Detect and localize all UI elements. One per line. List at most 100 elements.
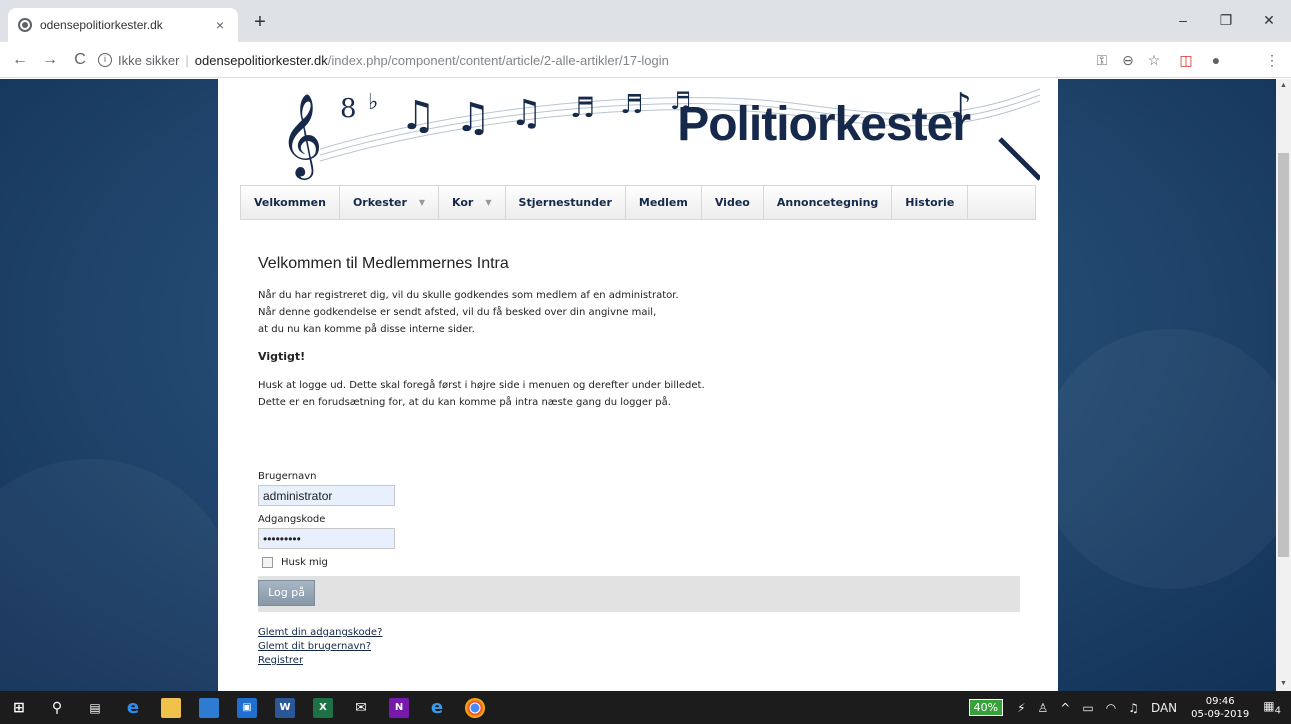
important-line: Husk at logge ud. Dette skal foregå førs… <box>258 380 705 391</box>
profile-icon[interactable]: ● <box>1206 50 1226 70</box>
chevron-up-icon[interactable]: ^ <box>1060 701 1070 715</box>
menu-item-annoncetegning[interactable]: Annoncetegning <box>764 186 893 219</box>
scroll-up-icon[interactable]: ▲ <box>1276 79 1291 93</box>
scrollbar-thumb[interactable] <box>1278 153 1289 557</box>
tab-close-button[interactable]: × <box>212 17 228 33</box>
menu-item-label: Velkommen <box>254 196 326 209</box>
people-icon[interactable]: ♙ <box>1038 701 1049 715</box>
menu-item-label: Stjernestunder <box>518 196 612 209</box>
battery-indicator[interactable]: 40% <box>968 699 1004 716</box>
address-bar[interactable]: i Ikke sikker | odensepolitiorkester.dk … <box>98 47 1078 73</box>
search-icon[interactable]: ⚲ <box>38 691 76 724</box>
site-brand: Politiorkester <box>677 98 971 151</box>
key-icon[interactable]: ⚿ <box>1092 50 1112 70</box>
important-line: Dette er en forudsætning for, at du kan … <box>258 397 671 408</box>
svg-text:𝄞: 𝄞 <box>280 92 323 180</box>
svg-text:♫: ♫ <box>400 93 436 139</box>
minimize-button[interactable]: – <box>1163 6 1203 34</box>
remember-me-label: Husk mig <box>281 557 328 568</box>
menu-item-label: Medlem <box>638 196 688 209</box>
remote-desktop-icon[interactable] <box>190 691 228 724</box>
login-button[interactable]: Log på <box>258 580 315 606</box>
onenote-icon[interactable]: N <box>380 691 418 724</box>
network-icon[interactable]: ▭ <box>1082 701 1093 715</box>
clock-date: 05-09-2019 <box>1191 708 1250 720</box>
back-button[interactable]: ← <box>8 48 32 72</box>
volume-icon[interactable]: ♫ <box>1128 701 1139 715</box>
chevron-down-icon: ▼ <box>418 198 426 207</box>
remember-me-checkbox[interactable] <box>262 557 273 568</box>
register-link[interactable]: Registrer <box>258 654 1020 668</box>
menu-item-label: Annoncetegning <box>776 196 879 209</box>
menu-item-label: Historie <box>905 196 955 209</box>
password-label: Adgangskode <box>258 514 326 525</box>
excel-icon[interactable]: X <box>304 691 342 724</box>
file-explorer-icon[interactable] <box>152 691 190 724</box>
page-scrollbar[interactable]: ▲ ▼ <box>1276 79 1291 691</box>
close-window-button[interactable]: ✕ <box>1249 6 1289 34</box>
svg-text:♫: ♫ <box>510 93 542 134</box>
store-icon[interactable]: ▣ <box>228 691 266 724</box>
windows-start-icon[interactable]: ⊞ <box>0 691 38 724</box>
zoom-icon[interactable]: ⊖ <box>1118 50 1138 70</box>
clock-time: 09:46 <box>1205 695 1235 707</box>
svg-text:♬: ♬ <box>620 90 643 120</box>
notifications-icon[interactable]: ▦4 <box>1263 699 1281 716</box>
url-path: /index.php/component/content/article/2-a… <box>327 52 669 68</box>
svg-text:♫: ♫ <box>455 95 491 141</box>
intro-line: Når du har registreret dig, vil du skull… <box>258 290 679 301</box>
menu-item-velkommen[interactable]: Velkommen <box>241 186 340 219</box>
menu-dots-icon[interactable]: ⋮ <box>1262 50 1282 70</box>
browser-tab[interactable]: odensepolitiorkester.dk × <box>8 8 238 42</box>
scroll-down-icon[interactable]: ▼ <box>1276 677 1291 691</box>
password-field[interactable] <box>258 528 395 549</box>
forgot-username-link[interactable]: Glemt dit brugernavn? <box>258 640 1020 654</box>
tab-title: odensepolitiorkester.dk <box>40 18 163 32</box>
remember-me-row: Husk mig <box>258 557 1020 568</box>
new-tab-button[interactable]: + <box>248 10 272 34</box>
article-title: Velkommen til Medlemmernes Intra <box>258 255 509 272</box>
word-icon[interactable]: W <box>266 691 304 724</box>
wifi-icon[interactable]: ◠ <box>1106 701 1116 715</box>
edge-icon[interactable]: e <box>114 691 152 724</box>
main-menu: Velkommen Orkester ▼ Kor ▼ Stjernestunder … <box>240 185 1036 220</box>
menu-item-video[interactable]: Video <box>702 186 764 219</box>
login-form: Brugernavn Adgangskode Husk mig Log på G… <box>258 471 1020 668</box>
maximize-button[interactable]: ❐ <box>1206 6 1246 34</box>
internet-explorer-icon[interactable]: e <box>418 691 456 724</box>
menu-item-kor[interactable]: Kor ▼ <box>439 186 506 219</box>
reload-button[interactable]: C <box>68 48 92 72</box>
menu-item-medlem[interactable]: Medlem <box>626 186 702 219</box>
menu-item-label: Video <box>714 196 750 209</box>
power-icon[interactable]: ⚡ <box>1017 701 1025 715</box>
mail-icon[interactable]: ✉ <box>342 691 380 724</box>
language-indicator[interactable]: DAN <box>1151 701 1177 715</box>
clock[interactable]: 09:46 05-09-2019 <box>1191 695 1249 721</box>
username-field[interactable] <box>258 485 395 506</box>
forward-button[interactable]: → <box>38 48 62 72</box>
intro-line: at du nu kan komme på disse interne side… <box>258 324 475 335</box>
browser-title-bar: odensepolitiorkester.dk × + – ❐ ✕ <box>0 0 1291 42</box>
background-decoration <box>0 459 240 691</box>
menu-item-historie[interactable]: Historie <box>892 186 969 219</box>
globe-icon <box>18 18 32 32</box>
page-viewport: 𝄞 8 ♭ ♫ ♫ ♫ ♬ ♬ ♬ ♪ Politiorkester Velko… <box>0 79 1276 691</box>
menu-item-orkester[interactable]: Orkester ▼ <box>340 186 440 219</box>
login-links: Glemt din adgangskode? Glemt dit brugern… <box>258 626 1020 668</box>
browser-toolbar: ← → C i Ikke sikker | odensepolitiorkest… <box>0 42 1291 78</box>
info-icon[interactable]: i <box>98 53 112 67</box>
chrome-icon[interactable] <box>456 691 494 724</box>
svg-text:♬: ♬ <box>570 91 595 124</box>
menu-item-stjernestunder[interactable]: Stjernestunder <box>506 186 626 219</box>
star-icon[interactable]: ☆ <box>1144 50 1164 70</box>
svg-text:♭: ♭ <box>368 90 378 115</box>
notification-count: 4 <box>1274 705 1281 717</box>
pocket-icon[interactable]: ◫ <box>1176 50 1196 70</box>
forgot-password-link[interactable]: Glemt din adgangskode? <box>258 626 1020 640</box>
task-view-icon[interactable]: ▤ <box>76 691 114 724</box>
submit-bar: Log på <box>258 576 1020 612</box>
system-tray: 40% ⚡ ♙ ^ ▭ ◠ ♫ DAN 09:46 05-09-2019 ▦4 <box>968 691 1291 724</box>
article: Velkommen til Medlemmernes Intra Når du … <box>258 255 1018 411</box>
site-banner: 𝄞 8 ♭ ♫ ♫ ♫ ♬ ♬ ♬ ♪ Politiorkester <box>240 79 1040 181</box>
important-heading: Vigtigt! <box>258 350 306 363</box>
